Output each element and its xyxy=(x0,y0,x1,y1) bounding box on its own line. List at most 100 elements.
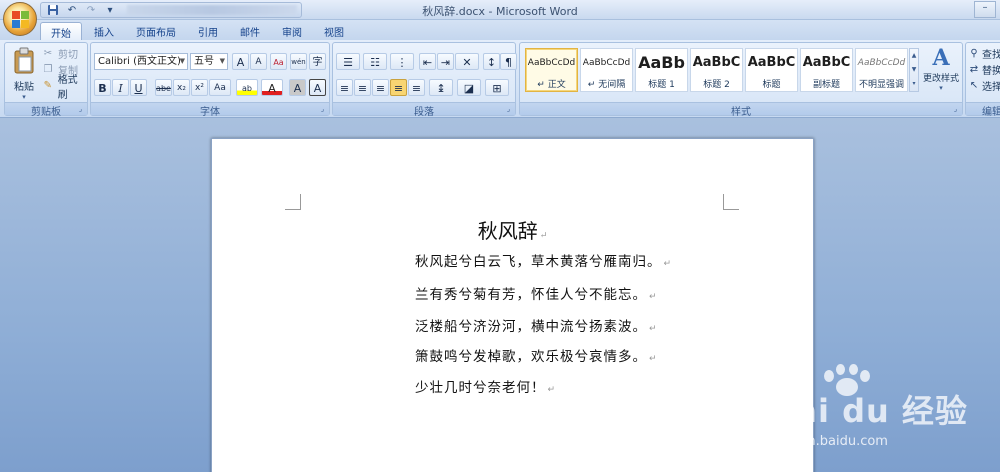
show-marks-button[interactable]: ¶ xyxy=(500,53,517,70)
style-name: ↵ 无间隔 xyxy=(587,80,626,90)
tab-references[interactable]: 引用 xyxy=(188,22,228,42)
align-left-button[interactable]: ≡ xyxy=(336,79,353,96)
increase-indent-button[interactable]: ⇥ xyxy=(437,53,454,70)
numbering-button[interactable]: ☷ xyxy=(363,53,387,70)
underline-button[interactable]: U xyxy=(130,79,147,96)
style-title[interactable]: AaBbC 标题 xyxy=(745,48,798,92)
shrink-font-button[interactable]: A xyxy=(250,53,267,70)
clear-format-button[interactable]: Aa xyxy=(270,53,287,70)
font-name-dropdown[interactable]: Calibri (西文正文) ▼ xyxy=(94,53,188,70)
asian-layout-button[interactable]: ✕ xyxy=(455,53,479,70)
ribbon: 粘贴 ▾ ✂ 剪切 ❐ 复制 ✎ 格式刷 剪贴板 ⌟ Calibri (西文正文… xyxy=(0,40,1000,118)
clipboard-launcher-icon[interactable]: ⌟ xyxy=(76,105,85,114)
bold-button[interactable]: B xyxy=(94,79,111,96)
font-size-dropdown[interactable]: 五号 ▼ xyxy=(190,53,228,70)
font-launcher-icon[interactable]: ⌟ xyxy=(318,105,327,114)
cut-button[interactable]: ✂ 剪切 xyxy=(41,46,78,61)
paragraph-mark: ↵ xyxy=(649,354,658,364)
tab-insert[interactable]: 插入 xyxy=(84,22,124,42)
clipboard-group: 粘贴 ▾ ✂ 剪切 ❐ 复制 ✎ 格式刷 剪贴板 ⌟ xyxy=(4,42,88,118)
borders-button[interactable]: ⊞ xyxy=(485,79,509,96)
style-subtle-emphasis[interactable]: AaBbCcDd 不明显强调 xyxy=(855,48,908,92)
line-spacing-button[interactable]: ↨ xyxy=(429,79,453,96)
style-heading-1[interactable]: AaBb 标题 1 xyxy=(635,48,688,92)
paragraph-launcher-icon[interactable]: ⌟ xyxy=(504,105,513,114)
copy-icon: ❐ xyxy=(43,64,53,75)
poem-line-1[interactable]: 秋风起兮白云飞，草木黄落兮雁南归。 ↵ xyxy=(415,250,672,270)
underline-glyph: U xyxy=(134,82,143,95)
style-subtitle[interactable]: AaBbC 副标题 xyxy=(800,48,853,92)
brush-icon: ✎ xyxy=(43,80,53,91)
format-painter-button[interactable]: ✎ 格式刷 xyxy=(41,75,87,101)
select-icon: ↖ xyxy=(969,80,979,91)
poem-line-3[interactable]: 泛楼船兮济汾河，横中流兮扬素波。 ↵ xyxy=(415,315,658,335)
poem-line-5[interactable]: 少壮几时兮奈老何！ ↵ xyxy=(415,376,556,396)
align-right-button[interactable]: ≡ xyxy=(372,79,389,96)
enclose-glyph: 字 xyxy=(312,57,323,68)
change-case-button[interactable]: Aa xyxy=(209,79,231,96)
font-color-button[interactable]: A xyxy=(261,79,283,96)
style-name: 不明显强调 xyxy=(858,80,904,90)
superscript-glyph: x² xyxy=(195,83,204,93)
styles-scroll[interactable]: ▲ ▼ ▾ xyxy=(909,48,919,92)
grow-font-button[interactable]: A xyxy=(232,53,249,70)
poem-line-4[interactable]: 箫鼓鸣兮发棹歌，欢乐极兮哀情多。 ↵ xyxy=(415,345,658,365)
office-button[interactable] xyxy=(3,2,37,36)
tab-home[interactable]: 开始 xyxy=(40,22,82,42)
style-normal[interactable]: AaBbCcDd ↵ 正文 xyxy=(525,48,578,92)
font-size-value: 五号 xyxy=(194,56,214,67)
margin-corner-top-left xyxy=(285,194,301,210)
distribute-button[interactable]: ≡ xyxy=(408,79,425,96)
poem-line-2[interactable]: 兰有秀兮菊有芳，怀佳人兮不能忘。 ↵ xyxy=(415,283,658,303)
chevron-down-icon: ▼ xyxy=(179,57,185,65)
find-button[interactable]: ⚲ 查找 xyxy=(969,46,1000,61)
decrease-indent-button[interactable]: ⇤ xyxy=(419,53,436,70)
phonetic-guide-button[interactable]: wén xyxy=(290,53,307,70)
multilevel-list-button[interactable]: ⋮ xyxy=(390,53,414,70)
paragraph-mark: ↵ xyxy=(663,259,673,269)
tab-mailings[interactable]: 邮件 xyxy=(230,22,270,42)
tab-page-layout[interactable]: 页面布局 xyxy=(126,22,186,42)
ribbon-tabs-bar: 开始 插入 页面布局 引用 邮件 审阅 视图 xyxy=(0,20,1000,42)
style-heading-2[interactable]: AaBbC 标题 2 xyxy=(690,48,743,92)
align-center-button[interactable]: ≡ xyxy=(354,79,371,96)
margin-corner-top-right xyxy=(723,194,739,210)
office-logo-icon xyxy=(12,11,30,29)
change-styles-button[interactable]: A 更改样式 ▾ xyxy=(921,45,961,101)
tab-view[interactable]: 视图 xyxy=(314,22,354,42)
tab-review[interactable]: 审阅 xyxy=(272,22,312,42)
cut-label: 剪切 xyxy=(58,50,78,61)
document-page[interactable]: 秋风辞 ↵ 秋风起兮白云飞，草木黄落兮雁南归。 ↵ 兰有秀兮菊有芳，怀佳人兮不能忘。… xyxy=(211,138,814,472)
style-name: 标题 2 xyxy=(703,80,730,90)
italic-button[interactable]: I xyxy=(112,79,129,96)
superscript-button[interactable]: x² xyxy=(191,79,208,96)
subscript-button[interactable]: x₂ xyxy=(173,79,190,96)
sort-button[interactable]: ↕ xyxy=(483,53,500,70)
style-sample: AaBbC xyxy=(747,55,796,70)
watermark-url: jingyan.baidu.com xyxy=(768,434,888,449)
char-border-button[interactable]: A xyxy=(309,79,326,96)
poem-line-text: 泛楼船兮济汾河，横中流兮扬素波。 xyxy=(415,319,647,335)
highlight-button[interactable]: ab xyxy=(236,79,258,96)
ribbon-tabs: 开始 插入 页面布局 引用 邮件 审阅 视图 xyxy=(40,22,356,42)
replace-button[interactable]: ⇄ 替换 xyxy=(969,62,1000,77)
enclose-char-button[interactable]: 字 xyxy=(309,53,326,70)
char-shading-button[interactable]: A xyxy=(289,79,306,96)
paste-button[interactable]: 粘贴 ▾ xyxy=(9,45,39,101)
char-shading-glyph: A xyxy=(293,82,302,95)
poem-line-text: 箫鼓鸣兮发棹歌，欢乐极兮哀情多。 xyxy=(415,349,647,365)
style-sample: AaBbCcDd xyxy=(527,58,576,68)
minimize-icon[interactable]: – xyxy=(974,1,996,18)
clear-format-glyph: Aa xyxy=(273,58,284,67)
paste-dropdown-icon[interactable]: ▾ xyxy=(9,93,39,101)
styles-launcher-icon[interactable]: ⌟ xyxy=(951,105,960,114)
shading-button[interactable]: ◪ xyxy=(457,79,481,96)
style-no-spacing[interactable]: AaBbCcDd ↵ 无间隔 xyxy=(580,48,633,92)
document-title[interactable]: 秋风辞 ↵ xyxy=(212,215,813,244)
select-button[interactable]: ↖ 选择 xyxy=(969,78,1000,93)
style-name: ↵ 正文 xyxy=(537,80,566,90)
poem-line-text: 少壮几时兮奈老何！ xyxy=(415,380,546,396)
bullets-button[interactable]: ☰ xyxy=(336,53,360,70)
strikethrough-button[interactable]: abe xyxy=(155,79,172,96)
justify-button[interactable]: ≡ xyxy=(390,79,407,96)
